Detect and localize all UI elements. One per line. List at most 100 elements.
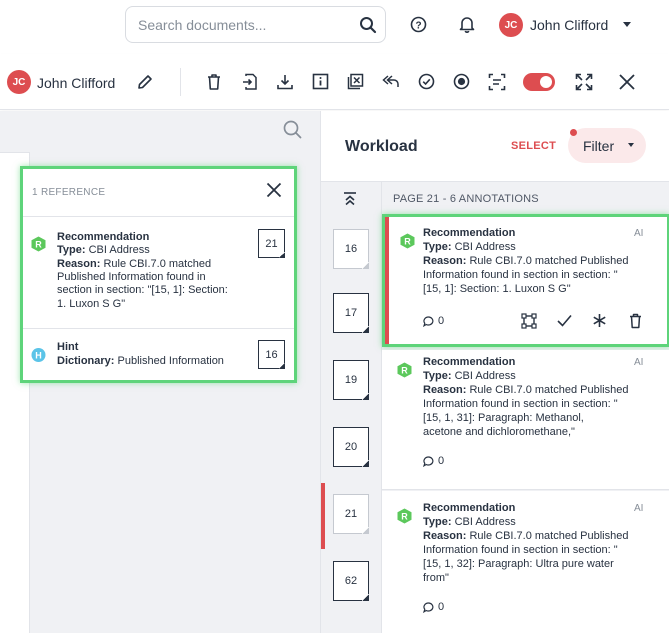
type-value: CBI Address: [454, 370, 516, 382]
page-annotations-label: PAGE 21 - 6 ANNOTATIONS: [393, 193, 539, 205]
svg-text:R: R: [401, 512, 408, 522]
workload-panel: Workload SELECT Filter 16 17 19 20 21 62…: [320, 111, 669, 634]
reason-label: Reason:: [423, 384, 467, 396]
page-number-box[interactable]: 16: [258, 340, 285, 369]
reason-text: [15, 1, 31]: Paragraph: Methanol,: [423, 412, 584, 424]
reason-text: 1. Luxon S G": [57, 298, 126, 310]
help-icon[interactable]: ?: [410, 16, 427, 33]
top-bar: Search documents... ? JC John Clifford: [0, 0, 669, 54]
filter-active-dot: [570, 129, 577, 136]
workload-title: Workload: [345, 138, 418, 155]
filter-label: Filter: [583, 138, 615, 154]
exclude-pages-icon[interactable]: [347, 73, 364, 90]
close-icon[interactable]: [618, 73, 636, 91]
page-thumb[interactable]: 17: [333, 293, 369, 333]
assignee-avatar[interactable]: JC: [7, 70, 31, 94]
assignee-name[interactable]: John Clifford: [37, 75, 115, 91]
search-icon[interactable]: [283, 120, 302, 139]
comments-count[interactable]: 0: [423, 455, 444, 467]
type-label: Type:: [423, 370, 452, 382]
reason-text: [15, 1]: Section: 1. Luxon S G": [423, 283, 571, 295]
reason-text: section in section: "[15, 1]: Section:: [57, 284, 228, 296]
popup-title: 1 REFERENCE: [32, 187, 106, 198]
ai-label: AI: [634, 228, 644, 239]
annotation-card[interactable]: R Recommendation AI Type: CBI Address Re…: [382, 214, 669, 347]
type-value: CBI Address: [454, 516, 516, 528]
page-thumb-active[interactable]: 21: [333, 494, 369, 534]
annotation-title: Recommendation: [423, 227, 516, 239]
comments-count-value: 0: [438, 601, 445, 613]
reason-text: Information found in section in section:…: [423, 398, 618, 410]
recommendation-badge-icon: R: [400, 233, 415, 249]
ai-label: AI: [634, 503, 644, 514]
scan-icon[interactable]: [488, 73, 506, 91]
annotation-card[interactable]: R Recommendation AI Type: CBI Address Re…: [382, 491, 669, 634]
chevron-down-icon: [628, 143, 634, 147]
reason-label: Reason:: [423, 530, 467, 542]
reference-item[interactable]: R Recommendation Type: CBI Address Reaso…: [23, 217, 294, 329]
edit-icon[interactable]: [136, 73, 154, 91]
svg-text:R: R: [35, 240, 42, 250]
page-thumb[interactable]: 16: [333, 229, 369, 269]
search-placeholder: Search documents...: [138, 17, 267, 33]
dictionary-label: Dictionary:: [57, 355, 115, 367]
reason-label: Reason:: [423, 255, 467, 267]
info-icon[interactable]: [312, 73, 329, 90]
type-label: Type:: [57, 244, 86, 256]
undo-icon[interactable]: [382, 74, 400, 89]
recommendation-badge-icon: R: [397, 508, 412, 524]
reference-title: Hint: [57, 341, 79, 353]
search-input[interactable]: Search documents...: [125, 6, 386, 43]
page-thumb[interactable]: 19: [333, 360, 369, 400]
references-popup: 1 REFERENCE R Recommendation Type: CBI A…: [20, 166, 297, 383]
page-thumb[interactable]: 20: [333, 427, 369, 467]
reason-text: Rule CBI.7.0 matched: [103, 258, 212, 270]
type-value: CBI Address: [454, 241, 516, 253]
asterisk-icon[interactable]: [592, 313, 607, 328]
check-circle-icon[interactable]: [418, 73, 435, 90]
export-icon[interactable]: [241, 73, 259, 91]
page-thumbnails: 16 17 19 20 21 62: [321, 181, 382, 633]
hint-badge-icon: H: [31, 347, 46, 363]
reason-label: Reason:: [57, 258, 101, 270]
chevron-down-icon[interactable]: [623, 22, 631, 27]
toolbar-divider: [180, 68, 181, 96]
svg-text:?: ?: [415, 20, 421, 31]
page-number-box[interactable]: 21: [258, 229, 285, 258]
bell-icon[interactable]: [459, 15, 475, 33]
filter-button[interactable]: Filter: [568, 128, 646, 163]
comments-count[interactable]: 0: [423, 315, 444, 327]
svg-text:H: H: [35, 350, 42, 360]
close-icon[interactable]: [266, 182, 282, 198]
type-value: CBI Address: [88, 244, 150, 256]
delete-icon[interactable]: [629, 313, 642, 329]
user-name[interactable]: John Clifford: [530, 17, 608, 33]
annotation-card[interactable]: R Recommendation AI Type: CBI Address Re…: [382, 350, 669, 490]
accept-check-icon[interactable]: [557, 314, 572, 327]
collapse-up-icon[interactable]: [343, 192, 357, 206]
reason-text: [15, 1, 32]: Paragraph: Ultra pure water: [423, 558, 614, 570]
svg-text:R: R: [401, 366, 408, 376]
avatar[interactable]: JC: [499, 13, 523, 37]
type-label: Type:: [423, 516, 452, 528]
comments-count-value: 0: [438, 455, 445, 467]
download-icon[interactable]: [276, 73, 294, 91]
active-page-indicator: [321, 483, 325, 549]
search-icon[interactable]: [359, 16, 377, 34]
comment-icon: [423, 315, 434, 327]
toggle-knob: [540, 76, 552, 88]
toggle[interactable]: [523, 73, 555, 91]
resize-icon[interactable]: [521, 313, 537, 329]
comment-icon: [423, 455, 434, 467]
reference-title: Recommendation: [57, 231, 150, 243]
page-thumb[interactable]: 62: [333, 561, 369, 601]
record-icon[interactable]: [453, 73, 470, 90]
reason-text: Information found in section in section:…: [423, 544, 618, 556]
select-button[interactable]: SELECT: [511, 140, 556, 152]
delete-icon[interactable]: [206, 73, 222, 91]
reason-text: Rule CBI.7.0 matched Published: [469, 530, 629, 542]
comments-count[interactable]: 0: [423, 601, 444, 613]
viewer-header: [0, 111, 320, 147]
fullscreen-icon[interactable]: [575, 73, 593, 91]
reference-item[interactable]: H Hint Dictionary: Published Information…: [23, 330, 294, 380]
